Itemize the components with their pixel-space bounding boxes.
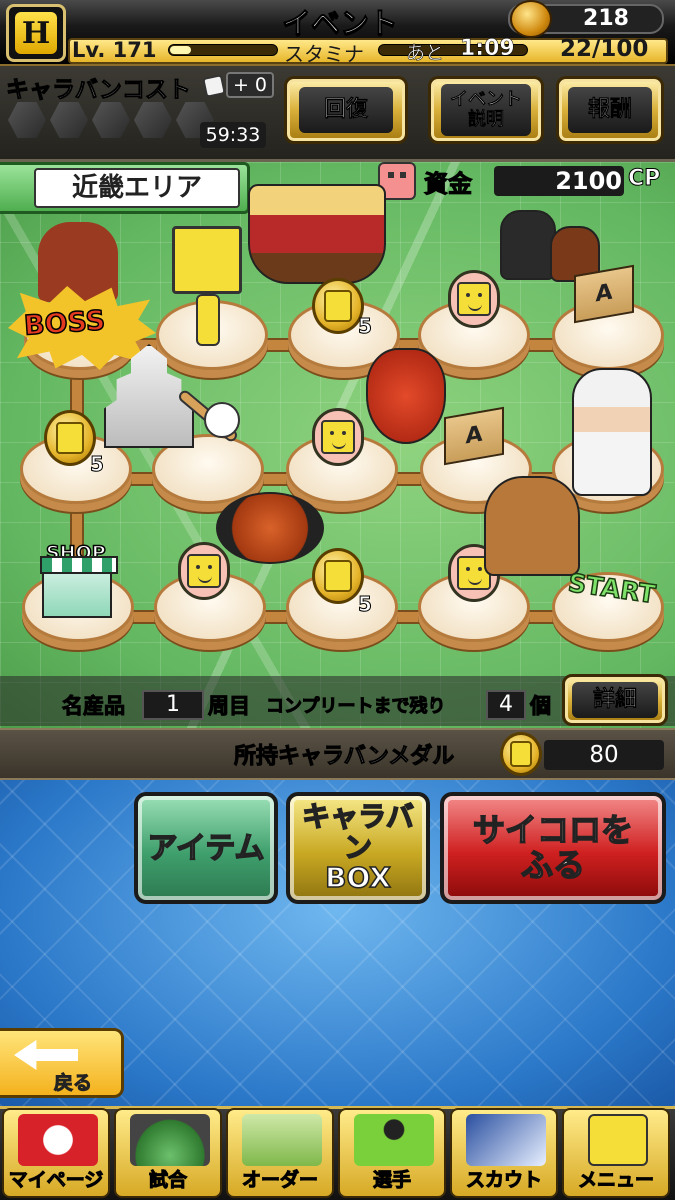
- roll-dice-label-1: サイコロを: [472, 810, 634, 849]
- area-name: 近畿エリア: [34, 168, 240, 208]
- event-info-label-2: 説明: [468, 109, 505, 130]
- scout-icon: [466, 1114, 546, 1166]
- deer-icon: [484, 476, 580, 576]
- shop-building-icon: [40, 556, 118, 618]
- recover-button[interactable]: 回復: [284, 76, 408, 144]
- coin-tile-icon: [312, 548, 364, 604]
- nav-item-mypage[interactable]: マイページ: [2, 1108, 110, 1198]
- specialty-pin-icon: [448, 270, 500, 328]
- specialty-label: 名産品: [62, 694, 126, 719]
- remaining-count: 4: [486, 690, 526, 720]
- funds-label: 資金: [424, 170, 473, 199]
- lap-label: 周目: [208, 694, 251, 719]
- baseball-icon: [204, 402, 240, 438]
- coin-tile-count: 5: [358, 314, 373, 339]
- chef-icon: [572, 368, 652, 496]
- mypage-icon: [18, 1114, 98, 1166]
- page-title: イベント: [281, 6, 398, 41]
- order-icon: [242, 1114, 322, 1166]
- nav-item-menu[interactable]: メニュー: [562, 1108, 670, 1198]
- nav-item-order[interactable]: オーダー: [226, 1108, 334, 1198]
- recover-button-label: 回復: [299, 87, 393, 133]
- nav-item-players[interactable]: 選手: [338, 1108, 446, 1198]
- stamina-remain-label: あと: [406, 42, 445, 65]
- lap-count: 1: [142, 690, 204, 720]
- caravan-box-button[interactable]: キャラバン BOX: [286, 792, 430, 904]
- player-icon: [354, 1114, 434, 1166]
- specialty-pin-icon: [178, 542, 230, 600]
- funds-value: 2100: [555, 167, 622, 195]
- back-button-label: 戻る: [53, 1072, 93, 1095]
- specialty-pin-icon: [312, 408, 364, 466]
- nav-label: スカウト: [465, 1169, 542, 1192]
- coin-icon: [510, 0, 552, 38]
- medal-label: 所持キャラバンメダル: [233, 744, 455, 770]
- lobster-icon: [366, 348, 446, 444]
- treasure-ship-icon: [248, 184, 386, 284]
- event-info-button[interactable]: イベント 説明: [428, 76, 544, 144]
- coin-tile-count: 5: [358, 592, 373, 617]
- caravan-cost-timer: 59:33: [200, 122, 266, 148]
- detail-button-label: 詳細: [572, 682, 658, 718]
- food-plate-icon: [216, 492, 324, 564]
- medal-value: 80: [544, 740, 664, 770]
- coin-tile-icon: [44, 410, 96, 466]
- boss-silhouette-icon: [38, 222, 118, 302]
- ninja-icon: [500, 210, 556, 280]
- player-level: Lv. 171: [72, 38, 157, 62]
- nav-item-game[interactable]: 試合: [114, 1108, 222, 1198]
- stamina-timer: 1:09: [460, 36, 515, 62]
- player-piece-icon: [172, 226, 242, 294]
- roll-dice-button[interactable]: サイコロを ふる: [440, 792, 666, 904]
- item-box-letter: A: [465, 421, 483, 450]
- player-piece-body: [196, 294, 220, 346]
- caravan-cost-title: キャラバンコスト: [6, 77, 192, 104]
- nav-label: オーダー: [241, 1169, 318, 1192]
- item-button[interactable]: アイテム: [134, 792, 278, 904]
- caravan-cost-bonus: + 0: [226, 72, 274, 98]
- dice-icon: [202, 74, 226, 98]
- stamina-label: スタミナ: [284, 42, 364, 66]
- stadium-icon: [130, 1114, 210, 1166]
- caravan-box-label-2: BOX: [324, 861, 391, 895]
- remaining-label: コンプリートまで残り: [265, 696, 446, 718]
- stamina-value: 22/100: [560, 36, 649, 62]
- nav-label: 試合: [148, 1169, 187, 1192]
- nav-item-scout[interactable]: スカウト: [450, 1108, 558, 1198]
- coin-tile-icon: [312, 278, 364, 334]
- nav-label: マイページ: [8, 1169, 104, 1192]
- funds-unit: CP: [627, 166, 661, 192]
- menu-icon: [588, 1114, 648, 1166]
- nav-label: 選手: [372, 1169, 411, 1192]
- team-logo-icon[interactable]: H: [6, 4, 66, 62]
- nav-label: メニュー: [577, 1169, 654, 1192]
- detail-button[interactable]: 詳細: [562, 674, 668, 726]
- event-info-label-1: イベント: [450, 89, 523, 111]
- reward-button-label: 報酬: [568, 87, 652, 133]
- medal-coin-icon: [500, 732, 542, 776]
- coin-value: 218: [583, 6, 629, 31]
- remaining-unit: 個: [530, 694, 552, 719]
- reward-button[interactable]: 報酬: [556, 76, 664, 144]
- caravan-box-label-1: キャラバン: [301, 799, 414, 864]
- exp-gauge-fill: [170, 46, 191, 54]
- coin-tile-count: 5: [90, 452, 105, 477]
- item-box-letter: A: [595, 279, 613, 308]
- roll-dice-label-2: ふる: [520, 846, 586, 884]
- boss-label: BOSS: [22, 304, 107, 342]
